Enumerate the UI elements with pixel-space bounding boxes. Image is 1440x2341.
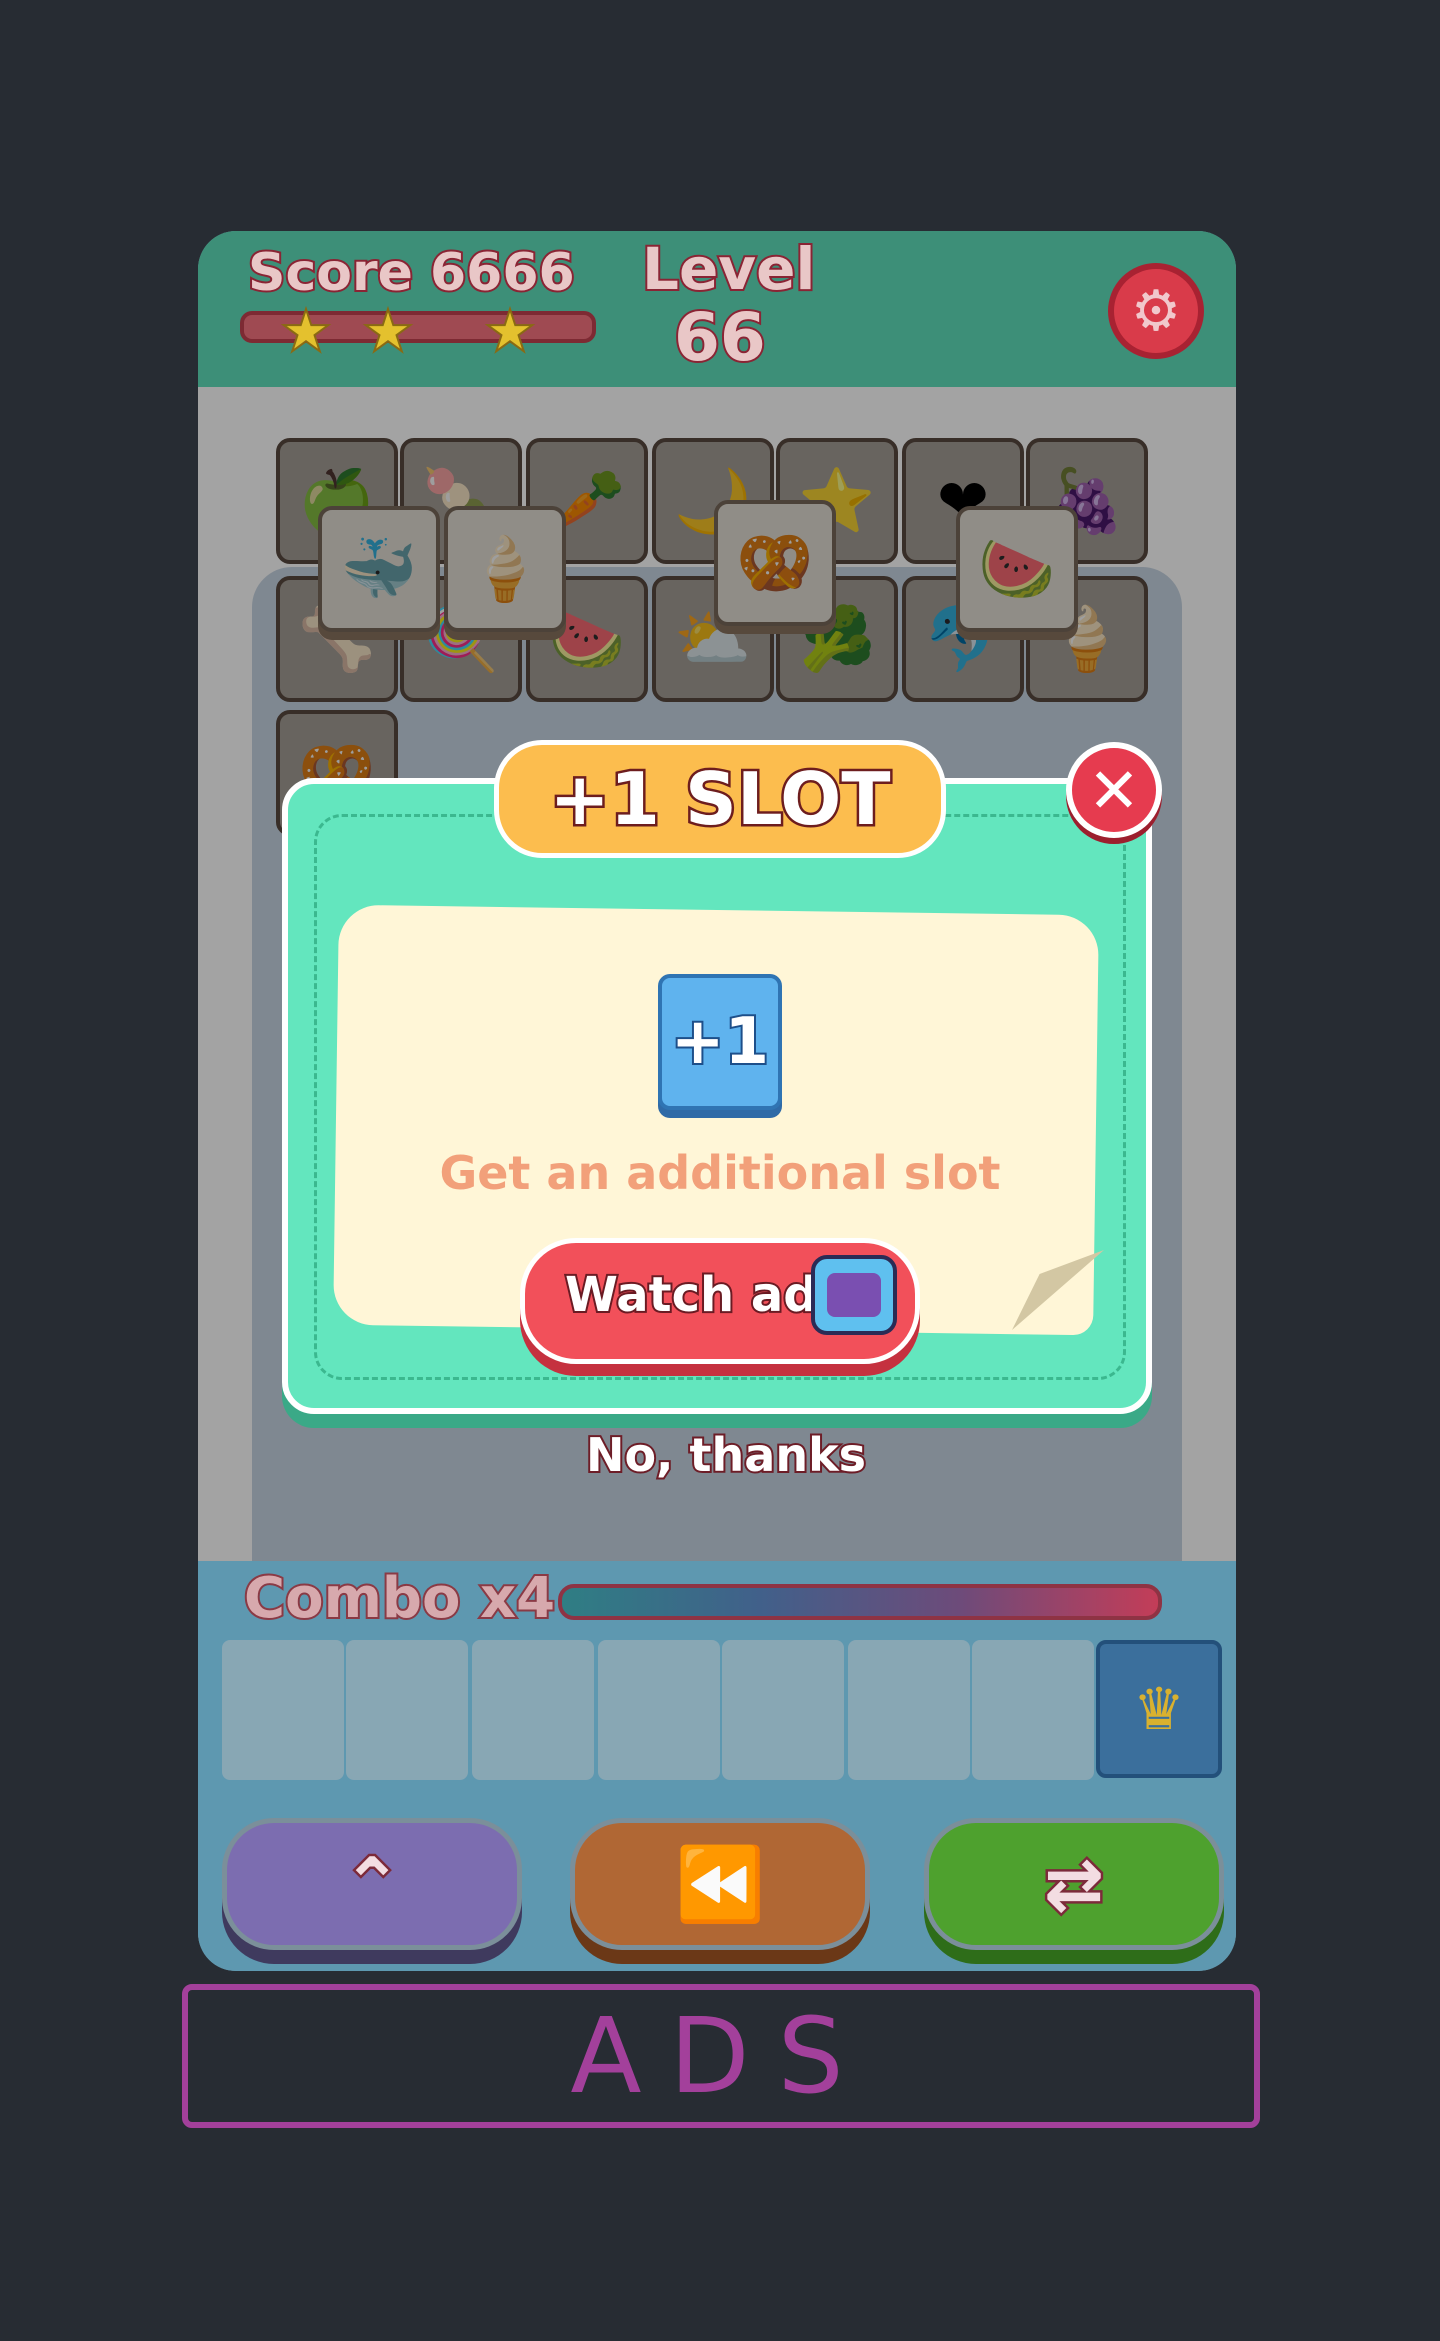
rewind-icon: ⏪	[673, 1839, 768, 1928]
tile-watermelon[interactable]: 🍉	[956, 506, 1078, 632]
slot	[722, 1640, 844, 1780]
gear-icon[interactable]: ⚙	[1108, 263, 1204, 359]
combo-label: Combo x4	[242, 1564, 557, 1633]
level-value: 66	[672, 297, 768, 378]
crown-icon: ♛	[1096, 1640, 1222, 1778]
ads-label: ADS	[570, 1995, 872, 2117]
slot	[972, 1640, 1094, 1780]
tv-icon	[811, 1255, 897, 1335]
ads-banner[interactable]: ADS	[182, 1984, 1260, 2128]
slot	[222, 1640, 344, 1780]
undo-button[interactable]: ⏪	[570, 1818, 870, 1950]
tile-whale[interactable]: 🐳	[318, 506, 440, 632]
slot	[598, 1640, 720, 1780]
reward-label: +1	[669, 1003, 771, 1081]
watch-ads-button[interactable]: Watch ads	[520, 1238, 920, 1364]
move-up-button[interactable]: ⌃	[222, 1818, 522, 1950]
shuffle-icon: ⇄	[1041, 1840, 1106, 1929]
slot	[472, 1640, 594, 1780]
close-icon[interactable]: ✕	[1066, 742, 1162, 838]
star-icon: ★	[361, 296, 415, 366]
star-icon: ★	[483, 296, 537, 366]
shuffle-button[interactable]: ⇄	[924, 1818, 1224, 1950]
dialog-title-banner: +1 SLOT	[494, 740, 946, 858]
level-label: Level	[640, 233, 817, 305]
tv-screen	[827, 1273, 881, 1317]
top-bar: Score 6666 ★ ★ ★ Level 66 ⚙	[198, 231, 1236, 387]
score-value: 6666	[428, 241, 577, 305]
dialog-title: +1 SLOT	[547, 755, 893, 844]
watch-ads-label: Watch ads	[563, 1265, 848, 1325]
slot	[848, 1640, 970, 1780]
no-thanks-button[interactable]: No, thanks	[560, 1426, 892, 1484]
tile-ice-cream[interactable]: 🍦	[444, 506, 566, 632]
score-label: Score	[246, 241, 415, 305]
star-icon: ★	[279, 296, 333, 366]
slot	[346, 1640, 468, 1780]
tile-pretzel[interactable]: 🥨	[714, 500, 836, 626]
combo-progress-bar	[558, 1584, 1162, 1620]
dialog-description: Get an additional slot	[439, 1146, 1001, 1200]
double-chevron-up-icon: ⌃	[339, 1840, 404, 1929]
plus-one-tile: +1	[658, 974, 782, 1110]
